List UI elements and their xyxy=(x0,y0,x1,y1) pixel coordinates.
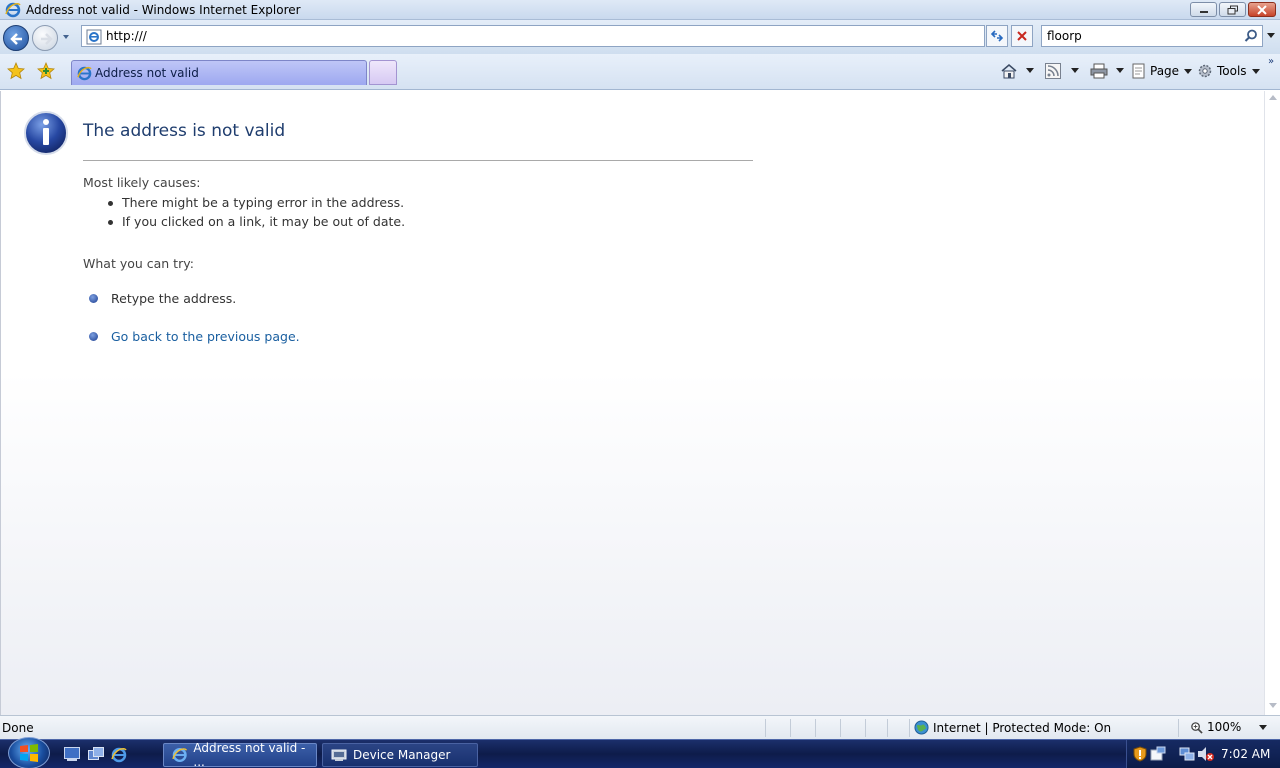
vertical-scrollbar[interactable] xyxy=(1264,91,1280,715)
retype-address-text: Retype the address. xyxy=(111,290,237,306)
cause-text: If you clicked on a link, it may be out … xyxy=(122,214,406,229)
favorites-center-star-icon[interactable] xyxy=(7,61,25,83)
zoom-magnifier-icon xyxy=(1191,721,1203,734)
page-icon xyxy=(86,29,102,48)
go-back-item[interactable]: Go back to the previous page. xyxy=(89,326,300,346)
device-manager-icon xyxy=(331,749,347,761)
printer-icon xyxy=(1090,63,1108,79)
tab-and-command-bar: Address not valid Page Tools » xyxy=(0,54,1280,90)
go-back-link[interactable]: Go back to the previous page. xyxy=(111,329,300,344)
scroll-down-arrow-icon[interactable] xyxy=(1269,703,1277,708)
taskbar-item-device-manager[interactable]: Device Manager xyxy=(322,743,478,767)
tools-menu-button[interactable]: Tools xyxy=(1197,62,1260,80)
task-label: Device Manager xyxy=(353,748,451,762)
network-icon[interactable] xyxy=(1179,746,1195,765)
minimize-button[interactable] xyxy=(1190,2,1217,17)
zoom-level: 100% xyxy=(1207,720,1242,734)
page-dropdown-icon xyxy=(1184,68,1193,74)
tools-menu-label: Tools xyxy=(1217,64,1247,78)
internet-explorer-quicklaunch-icon[interactable] xyxy=(111,747,127,766)
start-button[interactable] xyxy=(8,737,50,768)
list-item: There might be a typing error in the add… xyxy=(108,195,405,214)
status-bar: Done Internet | Protected Mode: On 100% xyxy=(0,715,1280,739)
toolbar-overflow-chevron-icon[interactable]: » xyxy=(1268,56,1274,67)
zone-label: Internet | Protected Mode: On xyxy=(933,720,1112,735)
page-menu-button[interactable]: Page xyxy=(1131,62,1193,80)
try-heading: What you can try: xyxy=(83,256,194,271)
retype-address-item: Retype the address. xyxy=(89,288,236,308)
address-input[interactable] xyxy=(106,28,966,44)
gear-icon xyxy=(1198,64,1212,78)
page-menu-icon xyxy=(1132,63,1145,79)
windows-logo-icon xyxy=(20,744,38,762)
stop-button[interactable] xyxy=(1011,25,1033,47)
tab-label: Address not valid xyxy=(95,66,199,80)
list-item: If you clicked on a link, it may be out … xyxy=(108,214,405,233)
home-icon xyxy=(1001,64,1017,79)
system-tray: 7:02 AM xyxy=(1126,740,1280,768)
search-options-dropdown-icon[interactable] xyxy=(1267,32,1275,40)
causes-heading: Most likely causes: xyxy=(83,175,201,190)
globe-icon xyxy=(914,720,929,735)
cause-text: There might be a typing error in the add… xyxy=(122,195,405,210)
ie-logo-icon xyxy=(5,2,21,21)
page-content: The address is not valid Most likely cau… xyxy=(0,91,1264,715)
address-bar[interactable] xyxy=(81,25,1059,48)
show-desktop-icon[interactable] xyxy=(64,747,80,764)
recent-pages-dropdown-icon[interactable] xyxy=(61,32,71,42)
switch-windows-icon[interactable] xyxy=(88,747,104,764)
security-shield-icon[interactable] xyxy=(1133,746,1147,765)
search-icon[interactable] xyxy=(1244,29,1258,46)
search-box[interactable] xyxy=(1041,25,1263,47)
back-button[interactable] xyxy=(3,25,29,51)
causes-list: There might be a typing error in the add… xyxy=(108,195,405,233)
print-button[interactable] xyxy=(1090,62,1108,80)
home-dropdown-icon[interactable] xyxy=(1026,68,1034,73)
ie-logo-icon xyxy=(172,748,188,762)
window-title: Address not valid - Windows Internet Exp… xyxy=(26,3,301,17)
navigation-bar xyxy=(0,20,1280,54)
forward-button[interactable] xyxy=(32,25,58,51)
new-tab-button[interactable] xyxy=(369,60,397,85)
notification-tray-icon[interactable] xyxy=(1150,746,1166,765)
divider xyxy=(83,160,753,161)
restore-button[interactable] xyxy=(1219,2,1246,17)
error-title: The address is not valid xyxy=(83,121,286,141)
status-text: Done xyxy=(2,721,34,735)
title-bar: Address not valid - Windows Internet Exp… xyxy=(0,0,1280,20)
rss-feed-icon xyxy=(1045,63,1061,79)
add-to-favorites-icon[interactable] xyxy=(37,61,55,83)
close-window-button[interactable] xyxy=(1248,2,1276,17)
zoom-dropdown-icon xyxy=(1259,724,1268,730)
print-dropdown-icon[interactable] xyxy=(1116,68,1124,73)
task-label: Address not valid - ... xyxy=(193,741,306,768)
ie-page-icon xyxy=(77,66,92,84)
search-input[interactable] xyxy=(1047,28,1237,44)
feeds-dropdown-icon[interactable] xyxy=(1071,68,1079,73)
taskbar: Address not valid - ... Device Manager 7… xyxy=(0,737,1280,768)
tools-dropdown-icon xyxy=(1251,68,1260,74)
blue-bullet-icon xyxy=(89,293,98,303)
refresh-button[interactable] xyxy=(986,25,1008,47)
security-zone[interactable]: Internet | Protected Mode: On xyxy=(914,720,1111,735)
tab-address-not-valid[interactable]: Address not valid xyxy=(71,60,367,85)
info-icon xyxy=(23,110,69,159)
taskbar-item-internet-explorer[interactable]: Address not valid - ... xyxy=(163,741,317,768)
zoom-control[interactable]: 100% xyxy=(1190,720,1268,734)
page-menu-label: Page xyxy=(1150,64,1180,78)
feeds-button[interactable] xyxy=(1045,62,1061,80)
blue-bullet-icon xyxy=(89,331,98,341)
volume-muted-icon[interactable] xyxy=(1197,746,1215,765)
clock[interactable]: 7:02 AM xyxy=(1221,747,1270,761)
home-button[interactable] xyxy=(1000,62,1018,80)
scroll-up-arrow-icon[interactable] xyxy=(1269,95,1277,100)
